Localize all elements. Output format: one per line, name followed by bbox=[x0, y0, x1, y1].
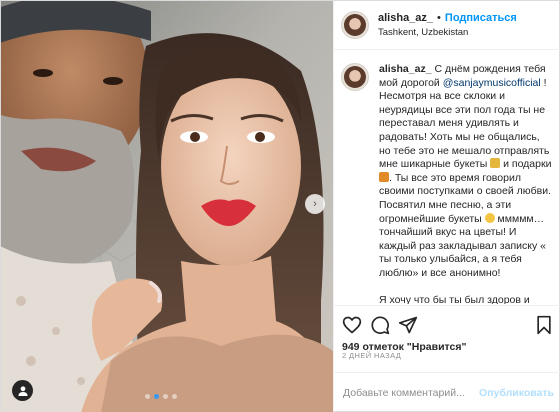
instagram-post: › alisha_az_ • Подписаться Tashkent, Uzb… bbox=[0, 0, 560, 412]
post-header: alisha_az_ • Подписаться Tashkent, Uzbek… bbox=[334, 1, 560, 50]
share-icon[interactable] bbox=[398, 315, 418, 335]
post-date[interactable]: 2 дней назад bbox=[342, 351, 401, 360]
smile-emoji-icon bbox=[484, 212, 495, 223]
carousel-dot bbox=[172, 394, 177, 399]
bookmark-icon[interactable] bbox=[534, 315, 554, 335]
caption-scroll-area[interactable]: alisha_az_ С днём рождения тебя мой доро… bbox=[334, 51, 560, 304]
carousel-dot bbox=[145, 394, 150, 399]
comment-box: Опубликовать bbox=[334, 372, 560, 412]
photo-image bbox=[1, 1, 333, 412]
caption-username[interactable]: alisha_az_ bbox=[379, 63, 432, 75]
caption-text: alisha_az_ С днём рождения тебя мой доро… bbox=[379, 63, 553, 304]
carousel-dot bbox=[163, 394, 168, 399]
username-link[interactable]: alisha_az_ bbox=[378, 12, 433, 25]
separator-dot: • bbox=[437, 11, 441, 24]
publish-button[interactable]: Опубликовать bbox=[479, 387, 554, 399]
chevron-right-icon: › bbox=[313, 198, 317, 210]
post-sidebar: alisha_az_ • Подписаться Tashkent, Uzbek… bbox=[333, 1, 560, 412]
carousel-dot-active bbox=[154, 394, 159, 399]
mention-link[interactable]: @sanjaymusicofficial bbox=[443, 77, 541, 89]
carousel-indicator bbox=[145, 394, 177, 399]
location-link[interactable]: Tashkent, Uzbekistan bbox=[378, 27, 517, 38]
bouquet-emoji-icon bbox=[490, 158, 501, 169]
gift-emoji-icon bbox=[379, 171, 389, 182]
caption-avatar[interactable] bbox=[341, 63, 369, 91]
heart-icon[interactable] bbox=[342, 315, 362, 335]
comment-icon[interactable] bbox=[370, 315, 390, 335]
post-photo[interactable]: › bbox=[1, 1, 333, 412]
follow-button[interactable]: Подписаться bbox=[445, 12, 517, 25]
next-photo-button[interactable]: › bbox=[305, 194, 325, 214]
caption-paragraph-2: Я хочу что бы ты был здоров и бодр. Твоя… bbox=[379, 293, 530, 305]
user-tag-icon bbox=[18, 385, 27, 396]
user-tag-button[interactable] bbox=[12, 380, 33, 401]
avatar[interactable] bbox=[341, 11, 369, 39]
action-bar: 949 отметок "Нравится" bbox=[334, 305, 560, 357]
comment-input[interactable] bbox=[343, 387, 480, 399]
